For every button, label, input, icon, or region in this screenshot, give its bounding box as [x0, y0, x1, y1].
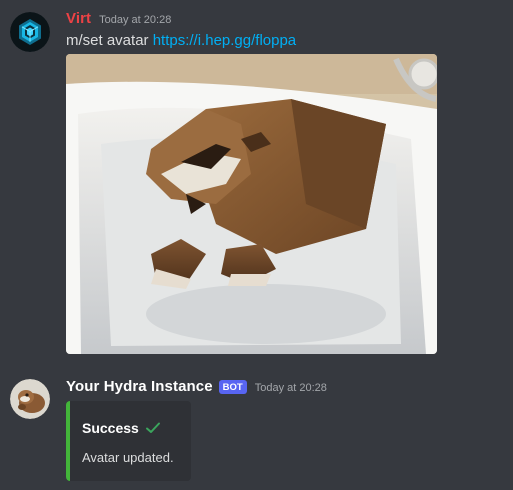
username[interactable]: Virt	[66, 10, 91, 27]
success-embed: Success Avatar updated.	[66, 401, 191, 481]
avatar[interactable]	[10, 379, 50, 419]
username[interactable]: Your Hydra Instance	[66, 378, 213, 395]
message-header: Your Hydra Instance BOT Today at 20:28	[66, 378, 327, 395]
floppa-link[interactable]: https://i.hep.gg/floppa	[153, 32, 296, 49]
embed-title: Success	[82, 420, 161, 436]
message-content: m/set avatar https://i.hep.gg/floppa	[66, 32, 296, 49]
embed-accent-bar	[66, 401, 70, 481]
floppa-avatar	[10, 379, 50, 419]
avatar[interactable]	[10, 12, 50, 52]
chat-area: Virt Today at 20:28 m/set avatar https:/…	[0, 0, 513, 490]
timestamp: Today at 20:28	[99, 13, 172, 26]
hexagon-logo-icon	[10, 12, 50, 52]
checkmark-icon	[145, 422, 160, 433]
embed-description: Avatar updated.	[82, 450, 174, 465]
command-text: m/set avatar	[66, 32, 149, 49]
embed-title-text: Success	[82, 420, 139, 436]
bot-tag: BOT	[218, 379, 247, 394]
timestamp: Today at 20:28	[254, 381, 327, 394]
floppa-cat-in-bathtub-image[interactable]	[66, 54, 437, 354]
message-header: Virt Today at 20:28	[66, 10, 171, 27]
